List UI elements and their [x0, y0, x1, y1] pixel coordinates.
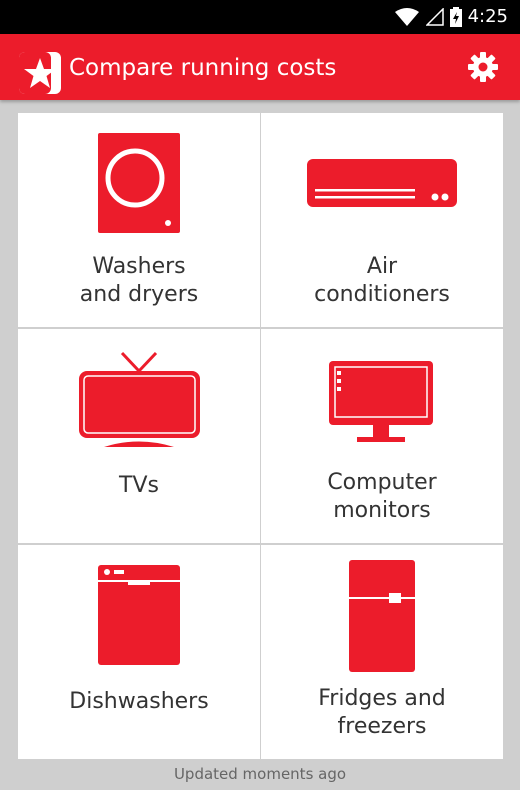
- wifi-icon: [394, 8, 419, 26]
- tile-label-line1: Fridges and: [318, 686, 446, 711]
- tile-label-line1: TVs: [119, 473, 159, 498]
- update-status-text: Updated moments ago: [0, 759, 520, 790]
- tile-label-line2: conditioners: [314, 282, 450, 307]
- status-bar: 4:25: [0, 0, 520, 34]
- tile-label-line1: Dishwashers: [69, 689, 209, 714]
- category-grid: Washers and dryers Air conditioners TVs: [17, 112, 503, 759]
- page-title: Compare running costs: [69, 55, 337, 81]
- cell-signal-icon: [425, 8, 444, 26]
- washing-machine-icon: [98, 133, 180, 233]
- air-conditioner-icon: [307, 159, 457, 207]
- computer-monitor-icon: [329, 361, 433, 442]
- tile-washers-dryers[interactable]: Washers and dryers: [18, 113, 260, 327]
- dishwasher-icon: [98, 565, 180, 665]
- battery-charging-icon: [449, 7, 462, 27]
- fridge-icon: [349, 560, 415, 672]
- tv-icon: [79, 351, 200, 447]
- tile-label-line2: freezers: [337, 714, 427, 739]
- app-bar: Compare running costs: [0, 34, 520, 100]
- tile-fridges-freezers[interactable]: Fridges and freezers: [261, 545, 503, 759]
- tile-label-line1: Air: [366, 254, 398, 279]
- tile-label-line2: monitors: [333, 498, 431, 523]
- app-logo-star-icon: [19, 52, 61, 94]
- status-time: 4:25: [467, 6, 508, 27]
- tile-dishwashers[interactable]: Dishwashers: [18, 545, 260, 759]
- tile-label-line1: Washers: [92, 254, 186, 279]
- tile-air-conditioners[interactable]: Air conditioners: [261, 113, 503, 327]
- tile-computer-monitors[interactable]: Computer monitors: [261, 329, 503, 543]
- tile-label-line1: Computer: [327, 470, 437, 495]
- tile-label-line2: and dryers: [79, 282, 199, 307]
- tile-tvs[interactable]: TVs: [18, 329, 260, 543]
- settings-gear-icon[interactable]: [466, 50, 500, 84]
- status-icons: 4:25: [394, 6, 508, 28]
